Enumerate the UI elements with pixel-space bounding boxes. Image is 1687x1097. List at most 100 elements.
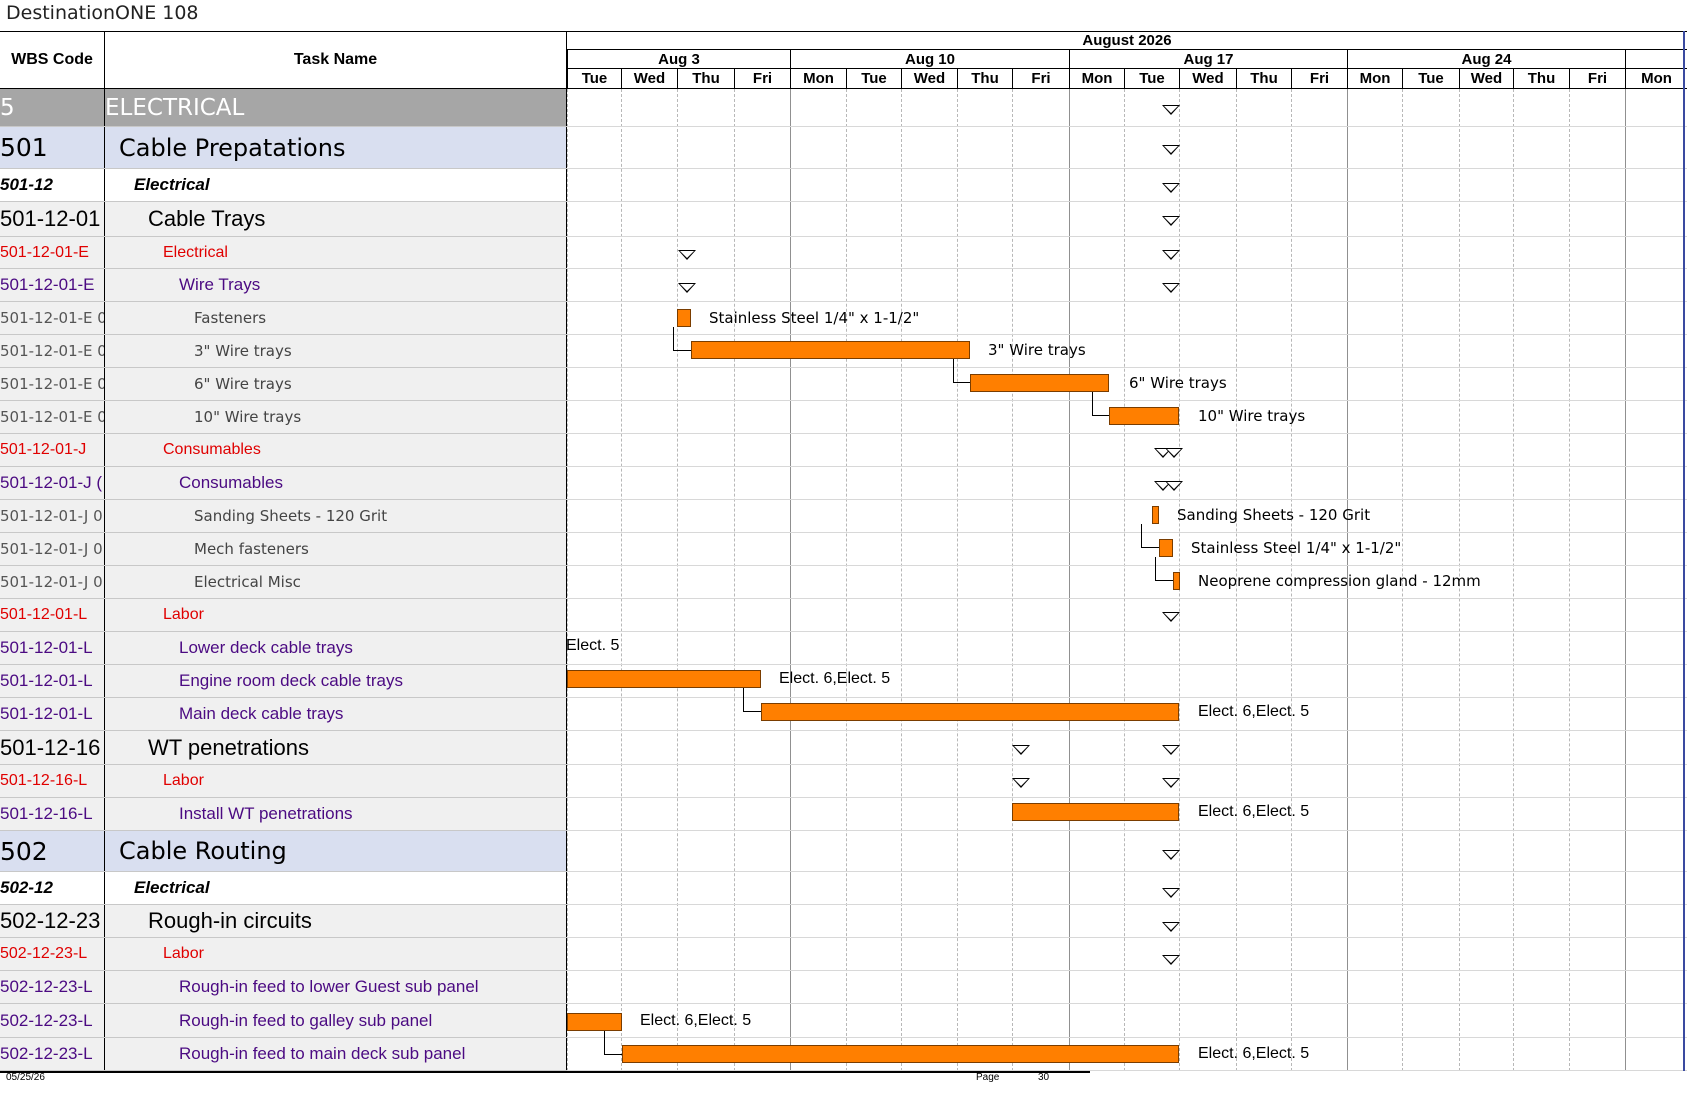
table-row[interactable]: 501-12-01-J 01 Mech fasteners — [0, 533, 567, 566]
task-name[interactable]: Rough-in feed to galley sub panel — [105, 1004, 567, 1037]
task-name[interactable]: Labor — [105, 599, 567, 631]
table-row[interactable]: 501-12-01-J 01 Electrical Misc — [0, 566, 567, 599]
table-row[interactable]: 501-12-16-L Labor — [0, 765, 567, 798]
task-name[interactable]: Wire Trays — [105, 269, 567, 301]
wbs-code: 502-12 — [0, 872, 105, 904]
gantt-row-line — [567, 938, 1687, 971]
table-row[interactable]: 502-12-23-L Rough-in feed to galley sub p… — [0, 1004, 567, 1038]
task-name[interactable]: Engine room deck cable trays — [105, 665, 567, 697]
wbs-code: 501-12-16-L — [0, 765, 105, 797]
wbs-code: 501-12-01-J 01 — [0, 566, 105, 598]
table-row[interactable]: 501-12-01-J 01 Sanding Sheets - 120 Grit — [0, 500, 567, 533]
table-row[interactable]: 502-12-23 Rough-in circuits — [0, 905, 567, 938]
summary-triangle-icon — [678, 250, 696, 260]
gantt-row-line — [567, 731, 1687, 765]
table-row[interactable]: 502 Cable Routing — [0, 831, 567, 872]
table-row[interactable]: 501-12-01-J Consumables — [0, 434, 567, 467]
table-row[interactable]: 501-12-16 WT penetrations — [0, 731, 567, 765]
gantt-bar-main-deck-panel[interactable] — [622, 1045, 1179, 1063]
gantt-bar-6in-wire-trays[interactable] — [970, 374, 1109, 392]
wbs-code: 501-12-01 — [0, 202, 105, 236]
gantt-bar-mech-fasteners[interactable] — [1159, 539, 1173, 557]
wbs-code: 501 — [0, 127, 105, 168]
task-name[interactable]: 6" Wire trays — [105, 368, 567, 400]
task-name-column-header[interactable]: Task Name — [105, 31, 567, 89]
table-row[interactable]: 501 Cable Prepatations — [0, 127, 567, 169]
task-name[interactable]: Labor — [105, 765, 567, 797]
dependency-connector — [673, 327, 691, 351]
task-name[interactable]: Electrical Misc — [105, 566, 567, 598]
bar-label: Elect. 5 — [566, 637, 620, 654]
timeline-week: Aug 17 — [1069, 50, 1347, 69]
bar-label: Sanding Sheets - 120 Grit — [1177, 506, 1371, 524]
wbs-column-header[interactable]: WBS Code — [0, 31, 105, 89]
task-name[interactable]: Lower deck cable trays — [105, 632, 567, 664]
task-name[interactable]: Rough-in feed to lower Guest sub panel — [105, 971, 567, 1003]
task-name[interactable]: Rough-in circuits — [105, 905, 567, 937]
task-name[interactable]: Cable Trays — [105, 202, 567, 236]
dependency-connector — [1155, 557, 1173, 581]
wbs-code: 502-12-23-L — [0, 938, 105, 970]
task-name[interactable]: Install WT penetrations — [105, 798, 567, 830]
timeline-day: Fri — [1569, 69, 1625, 89]
task-name[interactable]: Electrical — [105, 169, 567, 201]
gantt-bar-10in-wire-trays[interactable] — [1109, 407, 1179, 425]
gantt-bar-fasteners[interactable] — [677, 309, 691, 327]
gantt-bar-electrical-misc[interactable] — [1173, 572, 1180, 590]
summary-triangle-icon — [1162, 283, 1180, 293]
task-name[interactable]: Electrical — [105, 237, 567, 268]
task-name[interactable]: WT penetrations — [105, 731, 567, 764]
task-name[interactable]: Fasteners — [105, 302, 567, 334]
table-row[interactable]: 501-12-01 Cable Trays — [0, 202, 567, 237]
gantt-bar-wt-install[interactable] — [1012, 803, 1179, 821]
gantt-row-line — [567, 237, 1687, 269]
wbs-code: 501-12-01-E 0 — [0, 302, 105, 334]
table-row[interactable]: 502-12-23-L Rough-in feed to main deck su… — [0, 1038, 567, 1071]
table-row[interactable]: 502-12-23-L Labor — [0, 938, 567, 971]
gantt-row-line — [567, 202, 1687, 237]
table-row[interactable]: 501-12-01-L Engine room deck cable trays — [0, 665, 567, 698]
table-row[interactable]: 501-12-01-L Labor — [0, 599, 567, 632]
table-row[interactable]: 501-12-01-E 0 6" Wire trays — [0, 368, 567, 401]
task-name[interactable]: Consumables — [105, 467, 567, 499]
task-name[interactable]: Rough-in feed to main deck sub panel — [105, 1038, 567, 1070]
table-row[interactable]: 501-12-01-E 0 Fasteners — [0, 302, 567, 335]
table-row[interactable]: 501-12-01-J (Consumables — [0, 467, 567, 500]
table-row[interactable]: 501-12-01-E 0 3" Wire trays — [0, 335, 567, 368]
task-name[interactable]: Electrical — [105, 872, 567, 904]
table-row[interactable]: 501-12-01-L Lower deck cable trays — [0, 632, 567, 665]
table-row[interactable]: 501-12-01-E Wire Trays — [0, 269, 567, 302]
task-name[interactable]: Sanding Sheets - 120 Grit — [105, 500, 567, 532]
wbs-code: 501-12 — [0, 169, 105, 201]
task-name[interactable]: Labor — [105, 938, 567, 970]
task-name[interactable]: Mech fasteners — [105, 533, 567, 565]
task-name[interactable]: 3" Wire trays — [105, 335, 567, 367]
timeline-day: Thu — [1513, 69, 1569, 89]
table-row[interactable]: 5 ELECTRICAL — [0, 89, 567, 127]
timeline-day: Mon — [1069, 69, 1124, 89]
gantt-bar-3in-wire-trays[interactable] — [691, 341, 970, 359]
wbs-code: 501-12-01-J 01 — [0, 500, 105, 532]
gantt-bar-main-deck-trays[interactable] — [761, 703, 1179, 721]
task-name[interactable]: Cable Routing — [105, 831, 567, 871]
table-row[interactable]: 501-12-01-E Electrical — [0, 237, 567, 269]
gantt-bar-galley-panel[interactable] — [567, 1013, 622, 1031]
table-row[interactable]: 501-12-01-L Main deck cable trays — [0, 698, 567, 731]
task-name[interactable]: Main deck cable trays — [105, 698, 567, 730]
task-name[interactable]: Cable Prepatations — [105, 127, 567, 168]
table-row[interactable]: 502-12 Electrical — [0, 872, 567, 905]
wbs-code: 502-12-23 — [0, 905, 105, 937]
table-row[interactable]: 501-12 Electrical — [0, 169, 567, 202]
task-name[interactable]: ELECTRICAL — [105, 89, 567, 126]
task-name[interactable]: 10" Wire trays — [105, 401, 567, 433]
bar-label: Elect. 6,Elect. 5 — [640, 1012, 752, 1029]
task-name[interactable]: Consumables — [105, 434, 567, 466]
summary-triangle-icon — [1162, 850, 1180, 860]
gantt-bar-engine-room[interactable] — [567, 670, 761, 688]
bar-label: Elect. 6,Elect. 5 — [1198, 803, 1310, 820]
table-row[interactable]: 502-12-23-L Rough-in feed to lower Guest … — [0, 971, 567, 1004]
table-row[interactable]: 501-12-01-E 0 10" Wire trays — [0, 401, 567, 434]
gantt-bar-sanding[interactable] — [1152, 506, 1159, 524]
wbs-code: 501-12-16 — [0, 731, 105, 764]
table-row[interactable]: 501-12-16-L Install WT penetrations — [0, 798, 567, 831]
